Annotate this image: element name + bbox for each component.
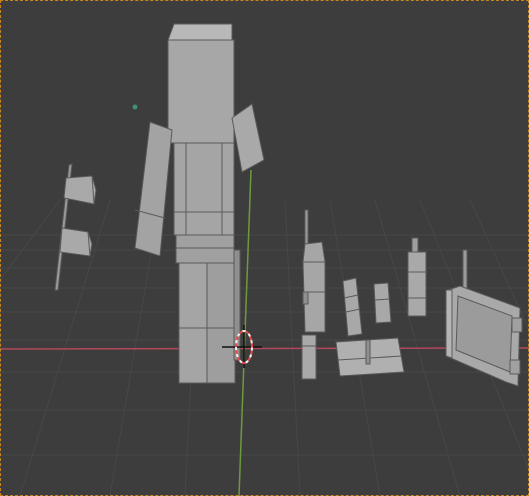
slab-with-lever-object[interactable]	[335, 337, 405, 377]
viewport-canvas[interactable]	[0, 0, 529, 496]
3d-viewport[interactable]	[0, 0, 529, 496]
flag-object[interactable]	[54, 163, 97, 291]
small-block-a-object[interactable]	[342, 277, 363, 337]
framed-panel-object[interactable]	[445, 249, 523, 387]
short-post-object[interactable]	[301, 334, 317, 380]
antenna-post-object[interactable]	[302, 209, 326, 333]
small-block-b-object[interactable]	[373, 282, 392, 324]
empty-object-dot[interactable]	[132, 104, 138, 110]
